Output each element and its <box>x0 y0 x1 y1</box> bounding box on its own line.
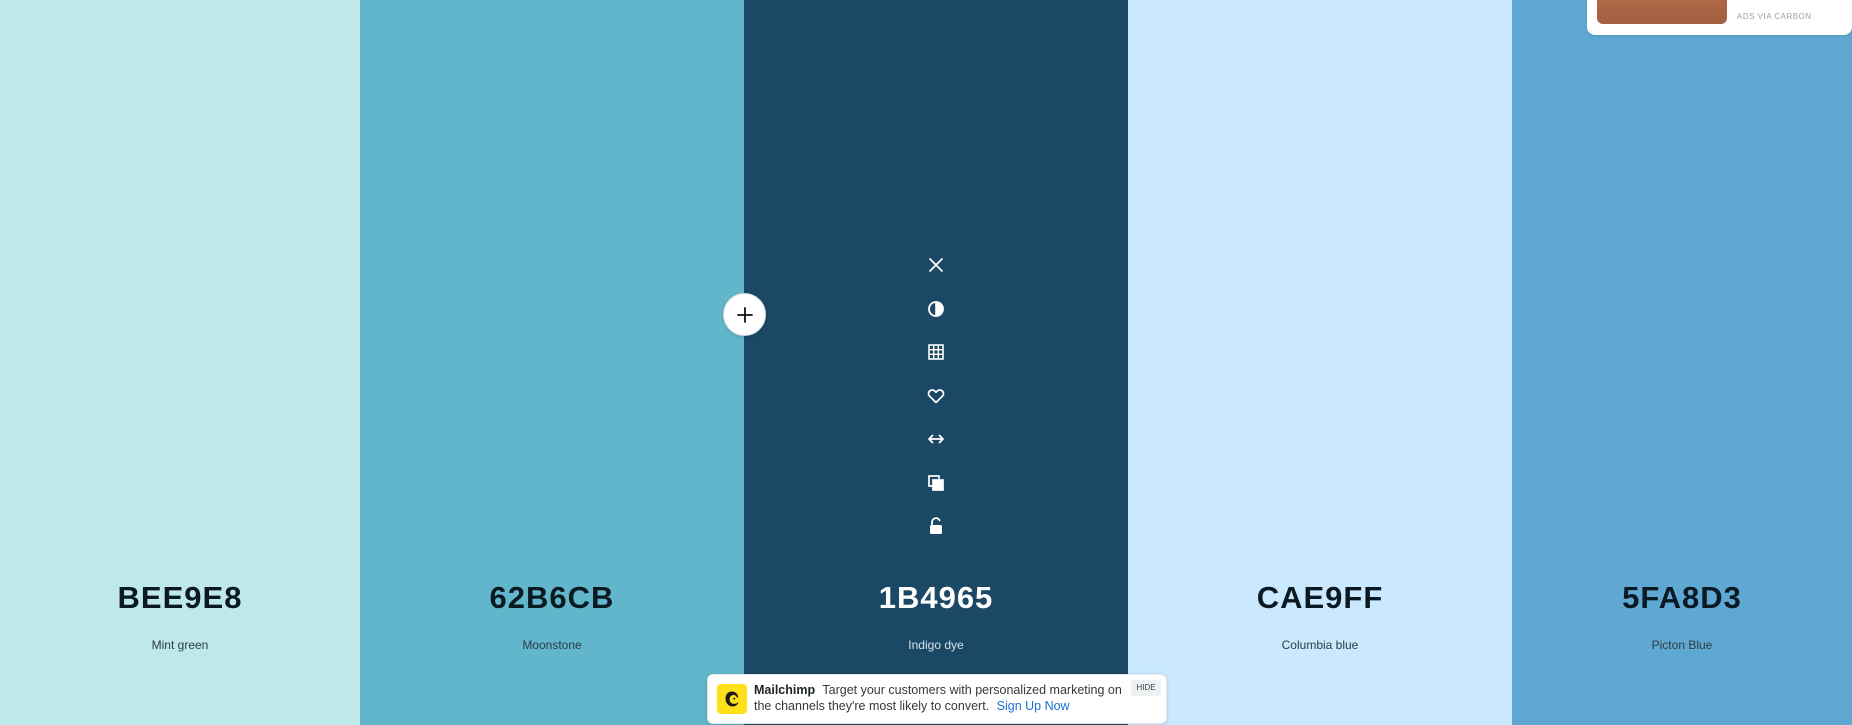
close-icon <box>929 258 943 272</box>
drag-color-handle[interactable] <box>921 424 951 454</box>
swatch-color-name[interactable]: Moonstone <box>360 638 744 652</box>
carbon-ad-label[interactable]: ADS VIA CARBON <box>1737 12 1812 21</box>
swatch-color-name[interactable]: Picton Blue <box>1512 638 1852 652</box>
sponsor-brand[interactable]: Mailchimp <box>754 683 815 697</box>
carbon-ad-image[interactable] <box>1597 0 1727 24</box>
mailchimp-logo[interactable] <box>717 684 747 714</box>
view-shades-button[interactable] <box>921 337 951 367</box>
color-swatch[interactable]: 5FA8D3 Picton Blue <box>1512 0 1852 725</box>
color-swatch-active[interactable]: 1B4965 Indigo dye <box>744 0 1128 725</box>
swatch-hex-code[interactable]: 5FA8D3 <box>1512 580 1852 616</box>
plus-icon <box>736 306 753 323</box>
heart-icon <box>927 388 945 403</box>
color-swatch[interactable]: CAE9FF Columbia blue <box>1128 0 1512 725</box>
swatch-toolbar <box>918 250 954 555</box>
remove-color-button[interactable] <box>921 250 951 280</box>
sponsor-cta-link[interactable]: Sign Up Now <box>997 699 1070 713</box>
palette: BEE9E8 Mint green 62B6CB Moonstone 1B496… <box>0 0 1852 725</box>
sponsor-text: Mailchimp Target your customers with per… <box>754 682 1124 714</box>
color-swatch[interactable]: BEE9E8 Mint green <box>0 0 360 725</box>
swatch-color-name[interactable]: Columbia blue <box>1128 638 1512 652</box>
sponsor-banner[interactable]: Mailchimp Target your customers with per… <box>707 674 1167 724</box>
copy-icon <box>928 474 944 491</box>
swatch-hex-code[interactable]: 1B4965 <box>744 580 1128 616</box>
copy-hex-button[interactable] <box>921 468 951 498</box>
save-color-button[interactable] <box>921 381 951 411</box>
unlock-icon <box>930 517 942 534</box>
swatch-hex-code[interactable]: CAE9FF <box>1128 580 1512 616</box>
add-color-button[interactable] <box>723 293 766 336</box>
mailchimp-icon <box>725 691 739 707</box>
hide-ad-button[interactable]: HIDE <box>1131 680 1161 696</box>
swatch-hex-code[interactable]: 62B6CB <box>360 580 744 616</box>
shades-grid-icon <box>928 344 944 360</box>
view-shades-contrast-button[interactable] <box>921 294 951 324</box>
drag-arrows-icon <box>928 434 944 444</box>
swatch-hex-code[interactable]: BEE9E8 <box>0 580 360 616</box>
contrast-icon <box>928 300 944 317</box>
lock-color-button[interactable] <box>921 511 951 541</box>
swatch-color-name[interactable]: Mint green <box>0 638 360 652</box>
color-swatch[interactable]: 62B6CB Moonstone <box>360 0 744 725</box>
swatch-color-name[interactable]: Indigo dye <box>744 638 1128 652</box>
carbon-ad[interactable]: ADS VIA CARBON <box>1587 0 1852 35</box>
